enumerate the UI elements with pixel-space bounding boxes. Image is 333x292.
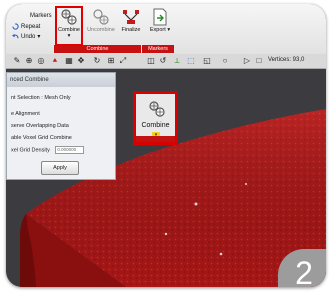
spin-tool-icon[interactable]: ↺ <box>158 56 168 66</box>
undo-icon <box>12 33 19 39</box>
option-overlapping-data[interactable]: serve Overlapping Data <box>11 123 69 129</box>
circle-tool-icon[interactable]: ○ <box>220 56 230 66</box>
uncombine-button[interactable]: Uncombine <box>87 8 115 44</box>
target-tool-icon[interactable]: ⊕ <box>24 56 34 66</box>
view-toolbar: ✎ ⊕ ◎ ⯅ ▦ ✥ ↻ ⊞ ⤢ ◫ ↺ ⟂ ⬚ ◱ ○ ▷ □ Vertic… <box>6 54 326 69</box>
finalize-label: Finalize <box>121 27 141 33</box>
zoom-tool-icon[interactable]: ⊞ <box>106 56 116 66</box>
grid-density-row: xel Grid Density 0.000000 <box>11 146 85 154</box>
uncombine-label: Uncombine <box>87 27 115 33</box>
fit-tool-icon[interactable]: ⤢ <box>118 56 128 66</box>
stop-icon[interactable]: □ <box>254 56 264 66</box>
repeat-label: Repeat <box>21 23 41 30</box>
markers-group-label: Markers <box>142 45 174 53</box>
uncombine-icon <box>93 9 109 25</box>
repeat-icon <box>12 23 19 30</box>
advanced-combine-panel: nced Combine nt Selection : Mesh Only e … <box>6 72 116 180</box>
pointer-tool-icon[interactable]: ⯅ <box>50 56 60 66</box>
app-window: Markers Repeat Undo ▾ Combine ▾ Uncombin… <box>6 4 326 287</box>
export-button[interactable]: Export ▾ <box>146 8 174 44</box>
export-dropdown-arrow[interactable]: ▾ <box>167 27 170 33</box>
option-voxel-grid[interactable]: able Voxel Grid Combine <box>11 135 72 141</box>
combine-icon <box>149 101 165 117</box>
finalize-button[interactable]: Finalize <box>117 8 145 44</box>
combine-callout: Combine ▾ <box>133 91 178 145</box>
undo-command[interactable]: Undo ▾ <box>12 31 40 42</box>
display-mode-icon[interactable]: ◱ <box>202 56 212 66</box>
combine-highlight-box <box>55 6 83 46</box>
markers-command[interactable]: Markers <box>30 10 52 21</box>
rotate-tool-icon[interactable]: ↻ <box>92 56 102 66</box>
panel-title: nced Combine <box>7 73 115 87</box>
axis-tool-icon[interactable]: ⟂ <box>172 56 182 66</box>
combine-group-label: Combine <box>54 45 141 53</box>
lasso-tool-icon[interactable]: ◎ <box>36 56 46 66</box>
markers-label: Markers <box>30 12 52 19</box>
grid-tool-icon[interactable]: ▦ <box>64 56 74 66</box>
frame-tool-icon[interactable]: ◫ <box>146 56 156 66</box>
option-alignment[interactable]: e Alignment <box>11 111 40 117</box>
callout-red-bar <box>136 136 175 142</box>
apply-button[interactable]: Apply <box>41 161 79 175</box>
undo-dropdown-arrow[interactable]: ▾ <box>37 33 40 40</box>
finalize-icon <box>123 10 139 24</box>
wireframe-tool-icon[interactable]: ⬚ <box>186 56 196 66</box>
grid-density-field[interactable]: 0.000000 <box>55 146 85 154</box>
play-icon[interactable]: ▷ <box>242 56 252 66</box>
grid-density-label: xel Grid Density <box>11 147 50 154</box>
vertices-count: Vertices: 93,0 <box>268 57 305 63</box>
callout-label: Combine <box>141 122 170 129</box>
export-icon <box>153 8 167 26</box>
undo-label: Undo <box>21 33 36 40</box>
point-selection-row: nt Selection : Mesh Only <box>11 95 71 101</box>
select-tool-icon[interactable]: ✎ <box>12 56 22 66</box>
ribbon: Markers Repeat Undo ▾ Combine ▾ Uncombin… <box>6 4 326 54</box>
export-label: Export ▾ <box>149 27 171 33</box>
move-tool-icon[interactable]: ✥ <box>76 56 86 66</box>
